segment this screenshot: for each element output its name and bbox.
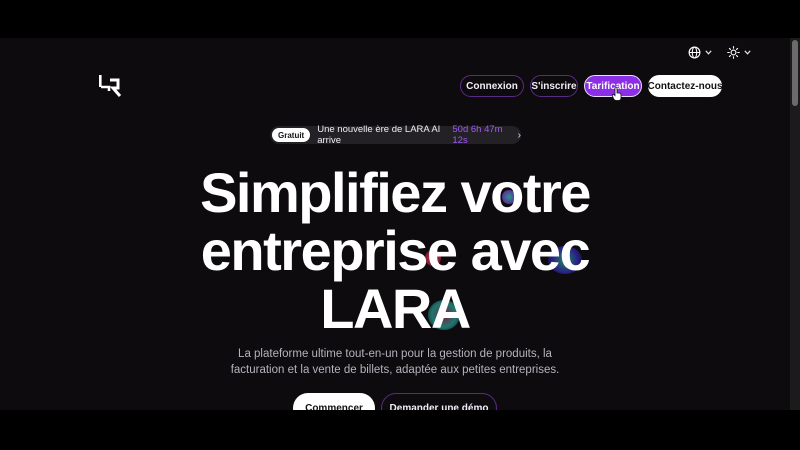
hero-title: Simplifiez votre entreprise avec LARA — [95, 164, 695, 338]
contact-button[interactable]: Contactez-nous — [648, 75, 723, 97]
main-nav: Connexion S'inscrire Tarification Contac… — [460, 75, 723, 97]
bottom-letterbox — [0, 410, 800, 450]
hero-subtitle: La plateforme ultime tout-en-un pour la … — [230, 348, 560, 376]
get-started-button[interactable]: Commencer — [293, 393, 375, 410]
cta-group: Commencer Demander une démo — [293, 393, 497, 410]
chevron-right-icon: › — [517, 129, 521, 141]
chevron-down-icon — [744, 49, 751, 55]
free-badge: Gratuit — [272, 128, 311, 142]
chevron-down-icon — [705, 49, 712, 55]
countdown-timer: 50d 6h 47m 12s — [452, 124, 503, 146]
hand-pointer-icon — [612, 87, 622, 101]
hero-line-2: entreprise avec — [200, 219, 591, 282]
landing-page: Connexion S'inscrire Tarification Contac… — [0, 38, 790, 410]
language-selector[interactable] — [688, 44, 712, 60]
login-button[interactable]: Connexion — [460, 75, 524, 97]
theme-toggle[interactable] — [727, 44, 751, 60]
announcement-banner[interactable]: Gratuit Une nouvelle ère de LARA AI arri… — [270, 124, 521, 146]
scrollbar[interactable] — [790, 38, 800, 410]
sun-icon — [727, 45, 740, 59]
hero-line-1: Simplifiez votre — [200, 161, 591, 224]
globe-icon — [688, 46, 701, 58]
signup-button[interactable]: S'inscrire — [530, 75, 578, 97]
announcement-text: Une nouvelle ère de LARA AI arrive — [317, 124, 441, 146]
lara-logo[interactable] — [96, 72, 124, 100]
request-demo-button[interactable]: Demander une démo — [381, 393, 497, 410]
top-letterbox — [0, 0, 800, 38]
hero-line-3: LARA — [320, 277, 471, 340]
scrollbar-thumb[interactable] — [792, 40, 798, 106]
